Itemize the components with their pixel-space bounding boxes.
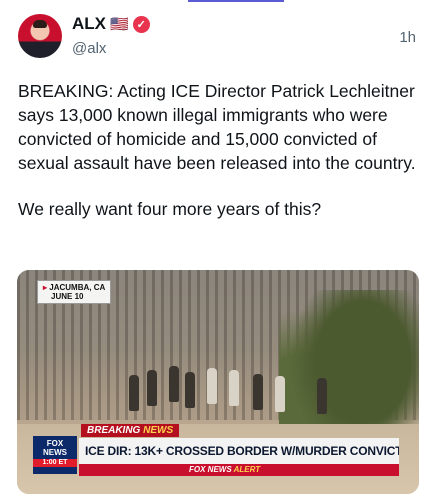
- avatar[interactable]: [18, 14, 62, 58]
- fox-news-logo: FOX NEWS 1:00 ET: [33, 436, 77, 474]
- author-name-row: ALX 🇺🇸 ✓: [72, 13, 150, 35]
- broadcast-clock: 1:00 ET: [33, 459, 77, 467]
- logo-news: NEWS: [43, 448, 67, 457]
- logo-fox: FOX: [46, 439, 64, 448]
- migrant-figure: [129, 375, 139, 411]
- video-thumbnail[interactable]: ▸ JACUMBA, CA JUNE 10 BREAKING NEWS FOX …: [17, 270, 419, 494]
- migrant-figure: [275, 376, 285, 412]
- location-date: JUNE 10: [51, 292, 84, 301]
- news-chyron: BREAKING NEWS FOX NEWS 1:00 ET ICE DIR: …: [33, 424, 399, 484]
- migrant-figure: [253, 374, 263, 410]
- us-flag-icon: 🇺🇸: [110, 15, 129, 33]
- migrant-figure: [229, 370, 239, 406]
- migrant-figure: [185, 372, 195, 408]
- news-word: NEWS: [143, 425, 174, 436]
- author-handle[interactable]: @alx: [72, 40, 106, 57]
- migrant-figure: [169, 366, 179, 402]
- news-alert-bar: FOX NEWS ALERT: [79, 464, 399, 476]
- post-followup: We really want four more years of this?: [18, 199, 322, 219]
- top-accent-bar: [188, 0, 284, 2]
- alert-brand: FOX NEWS: [189, 465, 232, 474]
- chyron-headline: ICE DIR: 13K+ CROSSED BORDER W/MURDER CO…: [79, 438, 399, 464]
- post-timestamp[interactable]: 1h: [399, 29, 416, 46]
- alert-word: ALERT: [233, 465, 261, 474]
- migrant-figure: [147, 370, 157, 406]
- location-place: JACUMBA, CA: [49, 283, 106, 292]
- breaking-news-label: BREAKING NEWS: [81, 424, 180, 437]
- migrant-figure: [317, 378, 327, 414]
- verified-badge-icon: ✓: [132, 15, 150, 33]
- post-body: BREAKING: Acting ICE Director Patrick Le…: [18, 79, 420, 221]
- post-text: BREAKING: Acting ICE Director Patrick Le…: [18, 81, 416, 173]
- author-name[interactable]: ALX: [72, 14, 106, 34]
- breaking-word: BREAKING: [87, 425, 141, 436]
- location-tag: ▸ JACUMBA, CA JUNE 10: [37, 280, 112, 304]
- migrant-figure: [207, 368, 217, 404]
